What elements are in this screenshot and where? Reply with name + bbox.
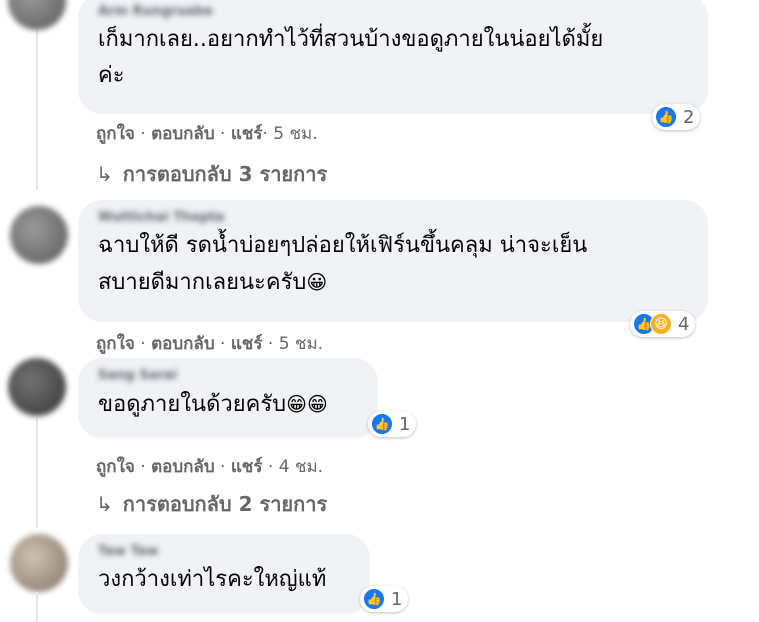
reaction-summary[interactable]: 👍 1 (368, 411, 417, 437)
comment-text: ฉาบให้ดี รดน้ำบ่อยๆปล่อยให้เฟิร์นขึ้นคลุ… (98, 228, 686, 301)
thread-line (36, 30, 38, 190)
like-reaction-icon: 👍 (655, 106, 677, 128)
comment-text: ขอดูภายในด้วยครับ😁😁 (98, 386, 356, 423)
comment-actions: ถูกใจ · ตอบกลับ · แชร์· 5 ชม. (96, 124, 318, 144)
avatar[interactable] (10, 534, 68, 592)
reply-link[interactable]: ตอบกลับ (151, 334, 215, 354)
like-link[interactable]: ถูกใจ (96, 334, 135, 354)
like-link[interactable]: ถูกใจ (96, 457, 135, 477)
share-link[interactable]: แชร์ (231, 334, 263, 354)
avatar[interactable] (8, 358, 66, 416)
thread-line (36, 418, 38, 528)
avatar[interactable] (10, 206, 68, 264)
reaction-count: 2 (683, 106, 695, 128)
comment-text-body: ฉาบให้ดี รดน้ำบ่อยๆปล่อยให้เฟิร์นขึ้นคลุ… (98, 233, 588, 295)
comment-author[interactable]: Sang Sarai (98, 368, 356, 386)
comment-text: วงกว้างเท่าไรคะใหญ่แท้ (98, 567, 327, 592)
comment-bubble: Arm Rungruabe เก็มากเลย..อยากทำไว้ที่สวน… (78, 0, 708, 114)
reply-link[interactable]: ตอบกลับ (151, 124, 215, 144)
comment-text-body: ขอดูภายในด้วยครับ (98, 392, 287, 417)
share-link[interactable]: แชร์ (231, 124, 263, 144)
comment-author[interactable]: Arm Rungruabe (98, 4, 686, 22)
comment-author[interactable]: Wuttichai Thepta (98, 210, 686, 228)
timestamp[interactable]: 4 ชม. (279, 457, 323, 477)
comment-bubble: Wuttichai Thepta ฉาบให้ดี รดน้ำบ่อยๆปล่อ… (78, 200, 708, 322)
haha-reaction-icon: 😆 (650, 313, 672, 335)
reply-link[interactable]: ตอบกลับ (151, 457, 215, 477)
replies-label: การตอบกลับ 2 รายการ (122, 492, 328, 516)
comment-author[interactable]: Taw Taw (98, 544, 348, 562)
share-link[interactable]: แชร์ (231, 457, 263, 477)
timestamp[interactable]: 5 ชม. (273, 124, 317, 144)
reply-arrow-icon: ↳ (96, 492, 113, 516)
grinning-emoji: 😀 (306, 270, 328, 294)
reaction-summary[interactable]: 👍 2 (652, 104, 701, 130)
comment-bubble: Taw Taw วงกว้างเท่าไรคะใหญ่แท้ (78, 534, 370, 614)
reaction-count: 1 (399, 413, 411, 435)
like-reaction-icon: 👍 (371, 413, 393, 435)
reaction-count: 4 (678, 313, 690, 335)
reaction-summary[interactable]: 👍 1 (360, 586, 409, 612)
reply-arrow-icon: ↳ (96, 162, 113, 186)
comment-bubble: Sang Sarai ขอดูภายในด้วยครับ😁😁 (78, 358, 378, 438)
timestamp[interactable]: 5 ชม. (279, 334, 323, 354)
comment-actions: ถูกใจ · ตอบกลับ · แชร์ · 5 ชม. (96, 334, 324, 354)
like-reaction-icon: 👍 (363, 588, 385, 610)
comment-actions: ถูกใจ · ตอบกลับ · แชร์ · 4 ชม. (96, 457, 324, 477)
view-replies-button[interactable]: ↳ การตอบกลับ 3 รายการ (96, 158, 327, 190)
replies-label: การตอบกลับ 3 รายการ (122, 162, 328, 186)
reaction-count: 1 (391, 588, 403, 610)
comment-text: เก็มากเลย..อยากทำไว้ที่สวนบ้างขอดูภายในน… (98, 27, 604, 88)
beaming-emoji: 😁😁 (286, 392, 328, 416)
avatar[interactable] (8, 0, 66, 30)
like-link[interactable]: ถูกใจ (96, 124, 135, 144)
reaction-summary[interactable]: 👍 😆 4 (630, 311, 696, 337)
view-replies-button[interactable]: ↳ การตอบกลับ 2 รายการ (96, 488, 327, 520)
